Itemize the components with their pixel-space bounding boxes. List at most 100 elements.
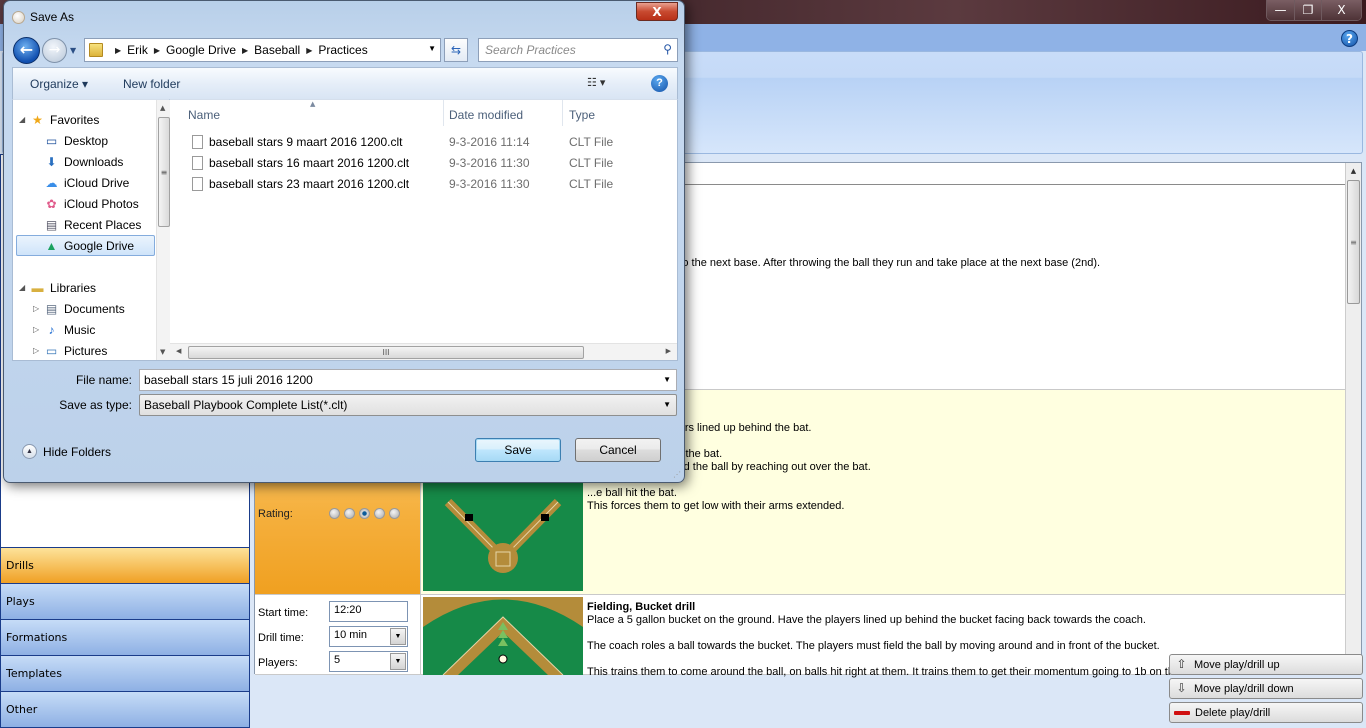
start-time-input[interactable]: 12:20 [329,601,408,622]
file-row[interactable]: baseball stars 16 maart 2016 1200.clt 9-… [188,153,668,174]
nav-formations[interactable]: Formations [1,619,249,655]
scroll-right-arrow[interactable]: ▶ [666,347,671,355]
breadcrumb-separator[interactable]: ▶ [306,46,312,55]
tree-downloads[interactable]: ⬇ Downloads [43,151,156,172]
move-down-button[interactable]: ⇩ Move play/drill down [1169,678,1363,699]
rating-dot-1[interactable] [329,508,340,519]
rating-control[interactable] [329,508,400,519]
scroll-up-arrow[interactable]: ▲ [1346,163,1361,179]
tree-pictures[interactable]: ▷ ▭ Pictures [33,340,156,361]
drill-text-line: ... ball and throw it to the next base. … [587,257,1101,269]
tree-google-drive[interactable]: ▲ Google Drive [16,235,155,256]
tree-icloud-drive[interactable]: ☁ iCloud Drive [43,172,156,193]
list-vertical-scrollbar[interactable]: ▲ ≡ ▼ [1345,163,1361,673]
expand-icon[interactable]: ◢ [19,115,29,124]
scroll-thumb[interactable]: ≡ [1347,180,1360,304]
change-view-button[interactable]: ☷ ▾ [587,76,605,89]
help-icon[interactable]: ? [651,75,668,92]
resize-grip[interactable]: ⋰ [673,470,681,479]
tree-label: Favorites [50,112,100,127]
back-button[interactable]: ← [13,37,40,64]
restore-button[interactable]: ❐ [1294,0,1321,20]
expand-icon[interactable]: ▷ [33,304,43,313]
forward-button[interactable]: → [42,38,67,63]
organize-menu[interactable]: Organize ▾ [30,77,88,91]
chevron-down-icon[interactable]: ▼ [428,44,436,53]
file-row[interactable]: baseball stars 23 maart 2016 1200.clt 9-… [188,174,668,195]
tree-documents[interactable]: ▷ ▤ Documents [33,298,156,319]
drill-text-line: ...ent objectives: [587,231,1343,244]
chevron-down-icon[interactable]: ▼ [663,375,671,384]
new-folder-button[interactable]: New folder [123,77,180,91]
nav-templates[interactable]: Templates [1,655,249,691]
tree-vertical-scrollbar[interactable]: ▲ ≡ ▼ [156,100,170,360]
libraries-icon: ▬ [31,280,44,295]
recent-locations-dropdown[interactable]: ▼ [70,46,76,55]
file-type: CLT File [569,177,614,191]
tree-desktop[interactable]: ▭ Desktop [43,130,156,151]
players-label: Players: [258,657,298,669]
minus-icon [1174,710,1190,715]
column-divider[interactable] [562,100,563,126]
address-bar[interactable]: ▶ Erik ▶ Google Drive ▶ Baseball ▶ Pract… [84,38,441,62]
save-button[interactable]: Save [475,438,561,462]
players-select[interactable]: 5 ▼ [329,651,408,672]
dialog-toolbar: Organize ▾ New folder ☷ ▾ ? [12,67,678,99]
rating-dot-4[interactable] [374,508,385,519]
tree-libraries[interactable]: ◢ ▬ Libraries [19,277,160,298]
google-drive-icon: ▲ [45,238,58,253]
close-button[interactable]: X [1321,0,1361,20]
breadcrumb-erik[interactable]: Erik [127,43,148,57]
recent-places-icon: ▤ [45,217,58,232]
rating-dot-5[interactable] [389,508,400,519]
breadcrumb-practices[interactable]: Practices [318,43,367,57]
breadcrumb-baseball[interactable]: Baseball [254,43,300,57]
scroll-left-arrow[interactable]: ◀ [176,347,181,355]
refresh-button[interactable]: ⇆ [444,38,468,62]
expand-icon[interactable]: ▷ [33,325,43,334]
chevron-down-icon[interactable]: ▼ [390,653,406,670]
file-name-input[interactable]: baseball stars 15 juli 2016 1200 ▼ [139,369,677,391]
search-input[interactable]: Search Practices ⚲ [478,38,678,62]
cancel-button[interactable]: Cancel [575,438,661,462]
column-type[interactable]: Type [569,108,595,122]
breadcrumb-separator[interactable]: ▶ [115,46,121,55]
column-divider[interactable] [443,100,444,126]
tree-favorites[interactable]: ◢ ★ Favorites [19,109,160,130]
scroll-down-arrow[interactable]: ▼ [160,348,165,356]
scroll-up-arrow[interactable]: ▲ [160,104,165,112]
drill-text-line [587,627,1343,640]
help-icon[interactable]: ? [1341,30,1358,47]
minimize-button[interactable]: — [1267,0,1294,20]
breadcrumb-google-drive[interactable]: Google Drive [166,43,236,57]
delete-button[interactable]: Delete play/drill [1169,702,1363,723]
breadcrumb-separator[interactable]: ▶ [242,46,248,55]
tree-icloud-photos[interactable]: ✿ iCloud Photos [43,193,156,214]
drill-text-line [587,218,1343,231]
chevron-down-icon[interactable]: ▼ [390,628,406,645]
scroll-thumb[interactable]: ≡ [158,117,170,227]
tree-recent-places[interactable]: ▤ Recent Places [43,214,156,235]
save-as-type-select[interactable]: Baseball Playbook Complete List(*.clt) ▼ [139,394,677,416]
expand-icon[interactable]: ◢ [19,283,29,292]
nav-plays[interactable]: Plays [1,583,249,619]
rating-label: Rating: [258,508,293,520]
column-name[interactable]: Name [188,108,220,122]
hide-folders-button[interactable]: ▲ Hide Folders [22,444,111,459]
move-up-button[interactable]: ⇧ Move play/drill up [1169,654,1363,675]
breadcrumb-separator[interactable]: ▶ [154,46,160,55]
dialog-close-button[interactable]: X [636,2,678,21]
chevron-down-icon[interactable]: ▼ [663,400,671,409]
nav-drills[interactable]: Drills [1,547,249,583]
file-row[interactable]: baseball stars 9 maart 2016 1200.clt 9-3… [188,132,668,153]
nav-other[interactable]: Other [1,691,249,727]
tree-music[interactable]: ▷ ♪ Music [33,319,156,340]
drill-time-select[interactable]: 10 min ▼ [329,626,408,647]
rating-dot-2[interactable] [344,508,355,519]
expand-icon[interactable]: ▷ [33,346,43,355]
search-icon[interactable]: ⚲ [663,42,672,56]
scroll-thumb[interactable]: III [188,346,584,359]
rating-dot-3[interactable] [359,508,370,519]
column-date-modified[interactable]: Date modified [449,108,523,122]
file-list-horizontal-scrollbar[interactable]: ◀ III ▶ [170,343,677,360]
